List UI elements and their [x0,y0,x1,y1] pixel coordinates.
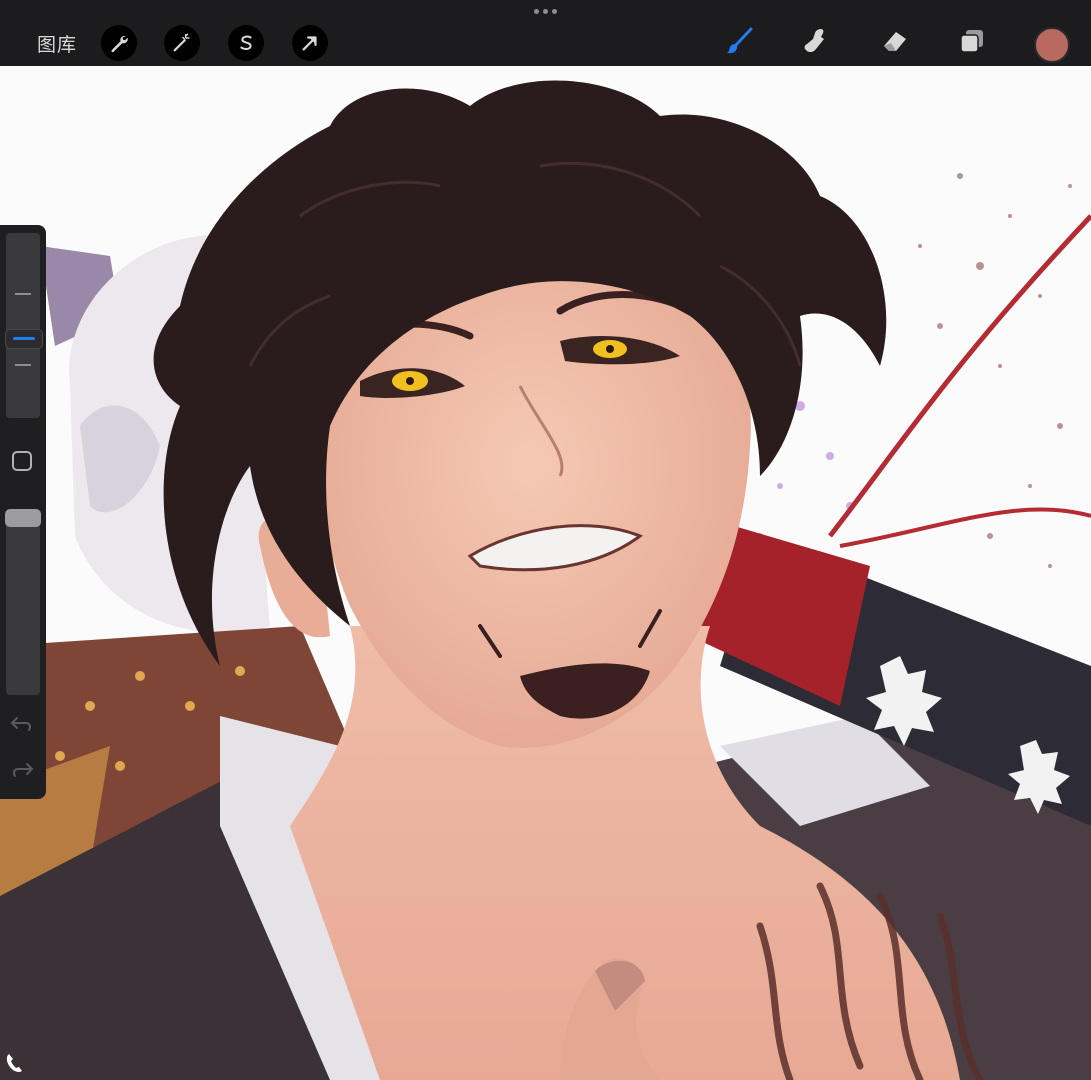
brush-size-thumb[interactable] [5,329,43,349]
drawing-canvas[interactable] [0,66,1091,1080]
size-tick [15,293,31,295]
opacity-slider[interactable] [6,509,40,695]
brush-icon[interactable] [722,24,756,58]
color-picker-swatch[interactable] [1034,27,1070,63]
phone-icon [6,1054,23,1072]
selection-s-icon[interactable] [228,25,264,61]
eraser-icon[interactable] [878,24,912,58]
square-modify-icon[interactable] [12,451,32,471]
redo-icon[interactable] [9,759,35,781]
illustration-artwork [0,66,1091,1080]
top-toolbar: 图库 [0,0,1091,66]
undo-icon[interactable] [9,713,35,735]
layers-icon[interactable] [955,24,989,58]
smudge-finger-icon[interactable] [799,24,833,58]
magic-wand-icon[interactable] [164,25,200,61]
arrow-cursor-icon[interactable] [292,25,328,61]
opacity-thumb[interactable] [5,509,41,527]
size-tick [15,364,31,366]
more-options-icon[interactable] [534,9,558,17]
gallery-button[interactable]: 图库 [37,30,77,57]
wrench-icon[interactable] [101,25,137,61]
brush-sidebar [0,225,46,799]
brush-size-slider[interactable] [6,233,40,418]
